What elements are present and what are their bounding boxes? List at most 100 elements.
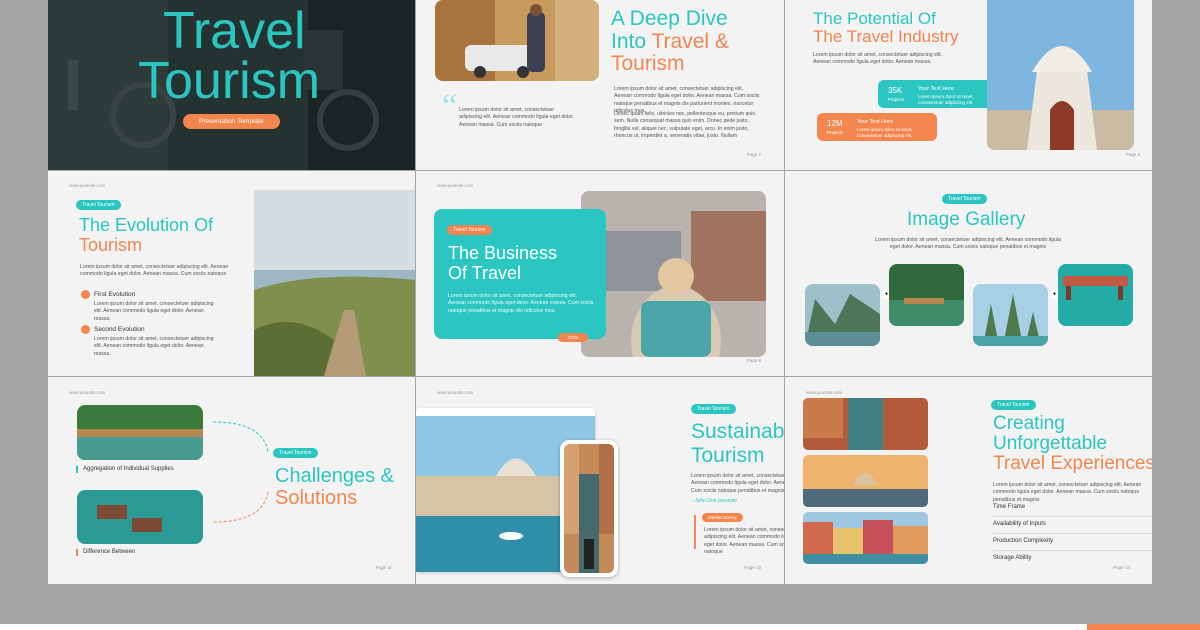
s4-paragraph: Lorem ipsum dolor sit amet, consectetuer… [80, 264, 229, 278]
s8-pill: Travel Tourism [691, 404, 736, 414]
street-photo [435, 0, 599, 81]
quote-mark-icon: “ [442, 88, 458, 125]
s4-evolution-1-text: Lorem ipsum dolor sit amet, consectetuer… [94, 301, 214, 322]
gallery-photo-2 [889, 264, 964, 326]
cover-pill: Presentation Template [183, 114, 280, 129]
cover-title-line2: Tourism [138, 52, 321, 110]
monument-photo [987, 0, 1134, 150]
challenge-2-marker [76, 549, 78, 556]
experience-photo-1 [803, 398, 928, 450]
quote-bar [694, 515, 696, 549]
stat1-label: Projects [888, 97, 905, 102]
s5-title-2: Of Travel [448, 263, 522, 283]
s3-title-1: The Potential Of [813, 9, 936, 28]
challenge-1-marker [76, 466, 78, 473]
stat2-label: Projects [827, 130, 844, 135]
s8-paragraph: Lorem ipsum dolor sit amet, consectetuer… [691, 473, 784, 494]
stat-card-orange: 12M Projects Your Text Here Lorem ipsum … [817, 113, 937, 141]
divider [993, 550, 1152, 551]
s9-title-3: Travel Experiences [993, 453, 1152, 474]
s2-page-number: Page 2 [746, 152, 761, 157]
s5-title-1: The Business [448, 243, 558, 263]
experience-photo-2 [803, 455, 928, 507]
s3-title-2: The Travel Industry [813, 27, 959, 46]
cover-title-line1: Travel [163, 2, 306, 60]
challenge-photo-1 [77, 405, 203, 460]
slide-evolution[interactable]: www.yoursite.com Travel Tourism The Evol… [48, 171, 415, 376]
s8-tag: Market Survey [702, 513, 744, 522]
s9-pill: Travel Tourism [991, 400, 1036, 410]
divider [993, 533, 1152, 534]
s7-challenge-1: Aggregation of Individual Supplies [83, 466, 174, 472]
s8-page-number: Page 13 [744, 565, 761, 570]
s8-title-1: Sustainable [691, 420, 784, 443]
s9-title-1: Creating [993, 413, 1065, 434]
business-card: Travel Tourism The Business Of Travel Lo… [434, 209, 606, 342]
stat1-text: Lorem ipsum dolor sit amet, consectetuer… [918, 94, 974, 105]
stat2-text: Lorem ipsum dolor sit amet, consectetuer… [857, 127, 913, 138]
gallery-photo-3 [973, 284, 1048, 346]
s4-url: www.yoursite.com [69, 183, 106, 188]
s8-url: www.yoursite.com [437, 390, 474, 395]
s6-pill: Travel Tourism [942, 194, 987, 204]
s5-paragraph: Lorem ipsum dolor sit amet, consectetuer… [448, 293, 594, 314]
s4-evolution-2-text: Lorem ipsum dolor sit amet, consectetuer… [94, 336, 214, 357]
evolution-2-dot [81, 325, 90, 334]
slide-cover[interactable]: Travel Tourism Presentation Template [48, 0, 415, 170]
s5-badge: 2025 [558, 333, 589, 342]
stat2-title: Your Text Here [857, 119, 894, 125]
s4-evolution-2-title: Second Evolution [94, 326, 145, 333]
s8-title-2: Tourism [691, 444, 765, 467]
slide-gallery[interactable]: Travel Tourism Image Gallery Lorem ipsum… [785, 171, 1152, 376]
experience-photo-3 [803, 512, 928, 564]
s5-url: www.yoursite.com [437, 183, 474, 188]
divider [993, 516, 1152, 517]
s8-quote: Lorem ipsum dolor sit amet, consectetuer… [704, 527, 784, 556]
s2-paragraph-2: Donec quam felis, ultricies nec, pellent… [614, 111, 757, 140]
canal-photo [564, 444, 614, 573]
challenge-photo-2 [77, 490, 203, 544]
slide-business[interactable]: www.yoursite.com Travel Tourism The Busi… [416, 171, 784, 376]
s2-title-3: Tourism [611, 52, 685, 75]
s9-item-label: Availability of Inputs [993, 521, 1046, 527]
s9-paragraph: Lorem ipsum dolor sit amet, consectetuer… [993, 482, 1142, 503]
s9-url: www.yoursite.com [806, 390, 843, 395]
slide-sustainable[interactable]: www.yoursite.com Travel Tourism Sustaina… [416, 377, 784, 584]
slide-deep-dive[interactable]: A Deep Dive Into Travel & Tourism “ Lore… [416, 0, 784, 170]
s4-pill: Travel Tourism [76, 200, 121, 210]
slide-potential[interactable]: The Potential Of The Travel Industry Lor… [785, 0, 1152, 170]
s2-title-2b: Travel & [651, 30, 729, 53]
footer-bar [0, 624, 1200, 630]
s4-evolution-1-title: First Evolution [94, 291, 136, 298]
s4-title-1: The Evolution Of [79, 215, 214, 235]
s7-title-1: Challenges & [275, 465, 394, 487]
gallery-photo-4 [1058, 264, 1133, 326]
s9-item-label: Production Complexity [993, 538, 1054, 544]
s7-page-number: Page 11 [375, 565, 392, 570]
slide-experiences[interactable]: www.yoursite.com Travel Tourism Creating… [785, 377, 1152, 584]
s9-item-label: Time Frame [993, 504, 1026, 510]
s5-page-number: Page 6 [746, 358, 761, 363]
s4-title-2: Tourism [79, 235, 143, 255]
slide-grid: Travel Tourism Presentation Template A D… [48, 0, 1152, 584]
slide-challenges[interactable]: www.yoursite.com Aggregation of Individu… [48, 377, 415, 584]
s7-title-2: Solutions [275, 487, 358, 509]
stat2-value: 12M [827, 119, 843, 128]
phone-frame [560, 440, 618, 577]
accordion-item[interactable]: Availability of Inputs + [993, 519, 1152, 533]
s3-page-number: Page 3 [1125, 152, 1140, 157]
evolution-1-dot [81, 290, 90, 299]
footer-accent [1087, 624, 1200, 630]
s2-quote-text: Lorem ipsum dolor sit amet, consectetuer… [459, 107, 575, 128]
s2-title-2: Into Travel & [611, 30, 729, 53]
s9-page-number: Page 14 [1113, 565, 1130, 570]
s7-pill: Travel Tourism [273, 448, 318, 458]
s9-title-2: Unforgettable [993, 433, 1108, 454]
accordion-item[interactable]: Production Complexity + [993, 536, 1152, 550]
accordion-item[interactable]: Time Frame + [993, 502, 1152, 516]
s2-title-1: A Deep Dive [611, 7, 728, 30]
s2-title-2a: Into [611, 30, 652, 53]
s9-item-label: Storage Ability [993, 555, 1032, 561]
s8-author: - John Doe presents [692, 498, 738, 504]
traveler-photo [581, 191, 766, 357]
